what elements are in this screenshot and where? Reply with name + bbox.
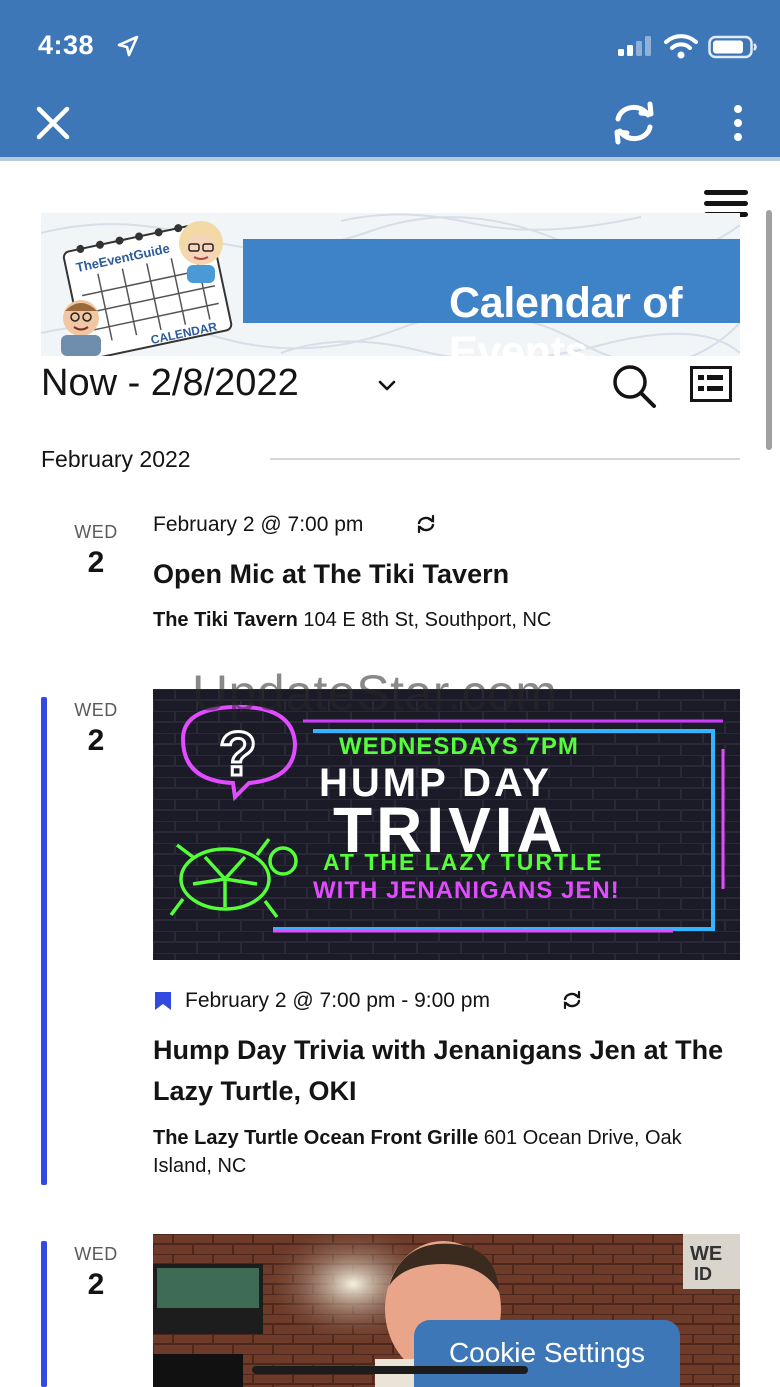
- event-venue-address: 104 E 8th St, Southport, NC: [297, 609, 552, 631]
- event-day-name: WED: [74, 700, 118, 720]
- recurring-icon: [417, 514, 435, 534]
- event-venue-name: The Tiki Tavern: [153, 609, 298, 631]
- date-range-selector[interactable]: Now - 2/8/2022: [41, 362, 299, 405]
- event-day-name: WED: [74, 1244, 118, 1264]
- month-separator-label: February 2022: [41, 446, 191, 472]
- status-time: 4:38: [38, 30, 95, 60]
- event-venue: The Lazy Turtle Ocean Front Grille 601 O…: [153, 1124, 733, 1180]
- event-title-link[interactable]: Hump Day Trivia with Jenanigans Jen at T…: [153, 1030, 733, 1112]
- trivia-text-line1: WEDNESDAYS 7PM: [339, 733, 579, 760]
- event-datetime: February 2 @ 7:00 pm - 9:00 pm: [185, 989, 490, 1012]
- banner-title-strip: Calendar of Events: [243, 239, 740, 356]
- app-bar: [0, 0, 780, 158]
- event-image-trivia[interactable]: ? WEDNESDAYS 7PM HUMP DAY TRIVIA AT THE …: [153, 689, 740, 960]
- more-vertical-icon[interactable]: [722, 99, 754, 147]
- list-view-icon[interactable]: [690, 366, 732, 402]
- event-day-name: WED: [74, 522, 118, 542]
- event-datetime: February 2 @ 7:00 pm: [153, 513, 364, 536]
- month-separator-line: [270, 458, 740, 460]
- battery-icon: [708, 35, 757, 59]
- close-icon[interactable]: [30, 100, 76, 146]
- cookie-settings-button[interactable]: Cookie Settings: [414, 1320, 680, 1387]
- calendar-logo: TheEventGuide CALENDAR: [61, 221, 233, 356]
- trivia-text-line4: AT THE LAZY TURTLE: [323, 849, 604, 875]
- event-venue: The Tiki Tavern 104 E 8th St, Southport,…: [153, 606, 733, 634]
- avatar-man: [61, 300, 101, 356]
- app-bar-shadow: [0, 157, 780, 161]
- svg-text:ID: ID: [694, 1264, 712, 1284]
- calendar-banner: Calendar of Events TheEventGuide CALENDA…: [41, 213, 740, 356]
- wifi-icon: [664, 34, 698, 59]
- event-venue-name: The Lazy Turtle Ocean Front Grille: [153, 1127, 479, 1149]
- event-day-number: 2: [87, 724, 105, 757]
- recurring-icon: [563, 990, 581, 1010]
- cellular-signal-icon: [618, 36, 651, 56]
- chevron-down-icon[interactable]: [376, 374, 398, 396]
- refresh-icon[interactable]: [608, 97, 660, 149]
- svg-text:?: ?: [219, 720, 257, 789]
- search-icon[interactable]: [610, 362, 658, 410]
- banner-title: Calendar of Events: [449, 279, 683, 356]
- svg-text:WE: WE: [690, 1243, 722, 1265]
- scrollbar-thumb[interactable]: [766, 210, 772, 450]
- featured-bookmark-icon: [155, 992, 171, 1010]
- event-day-number: 2: [87, 1268, 105, 1301]
- location-arrow-icon: [117, 35, 139, 57]
- event-title-link[interactable]: Open Mic at The Tiki Tavern: [153, 554, 733, 595]
- home-indicator: [252, 1366, 528, 1374]
- trivia-text-line5: WITH JENANIGANS JEN!: [313, 877, 620, 904]
- featured-event-bar: [41, 697, 47, 1185]
- event-day-number: 2: [87, 546, 105, 579]
